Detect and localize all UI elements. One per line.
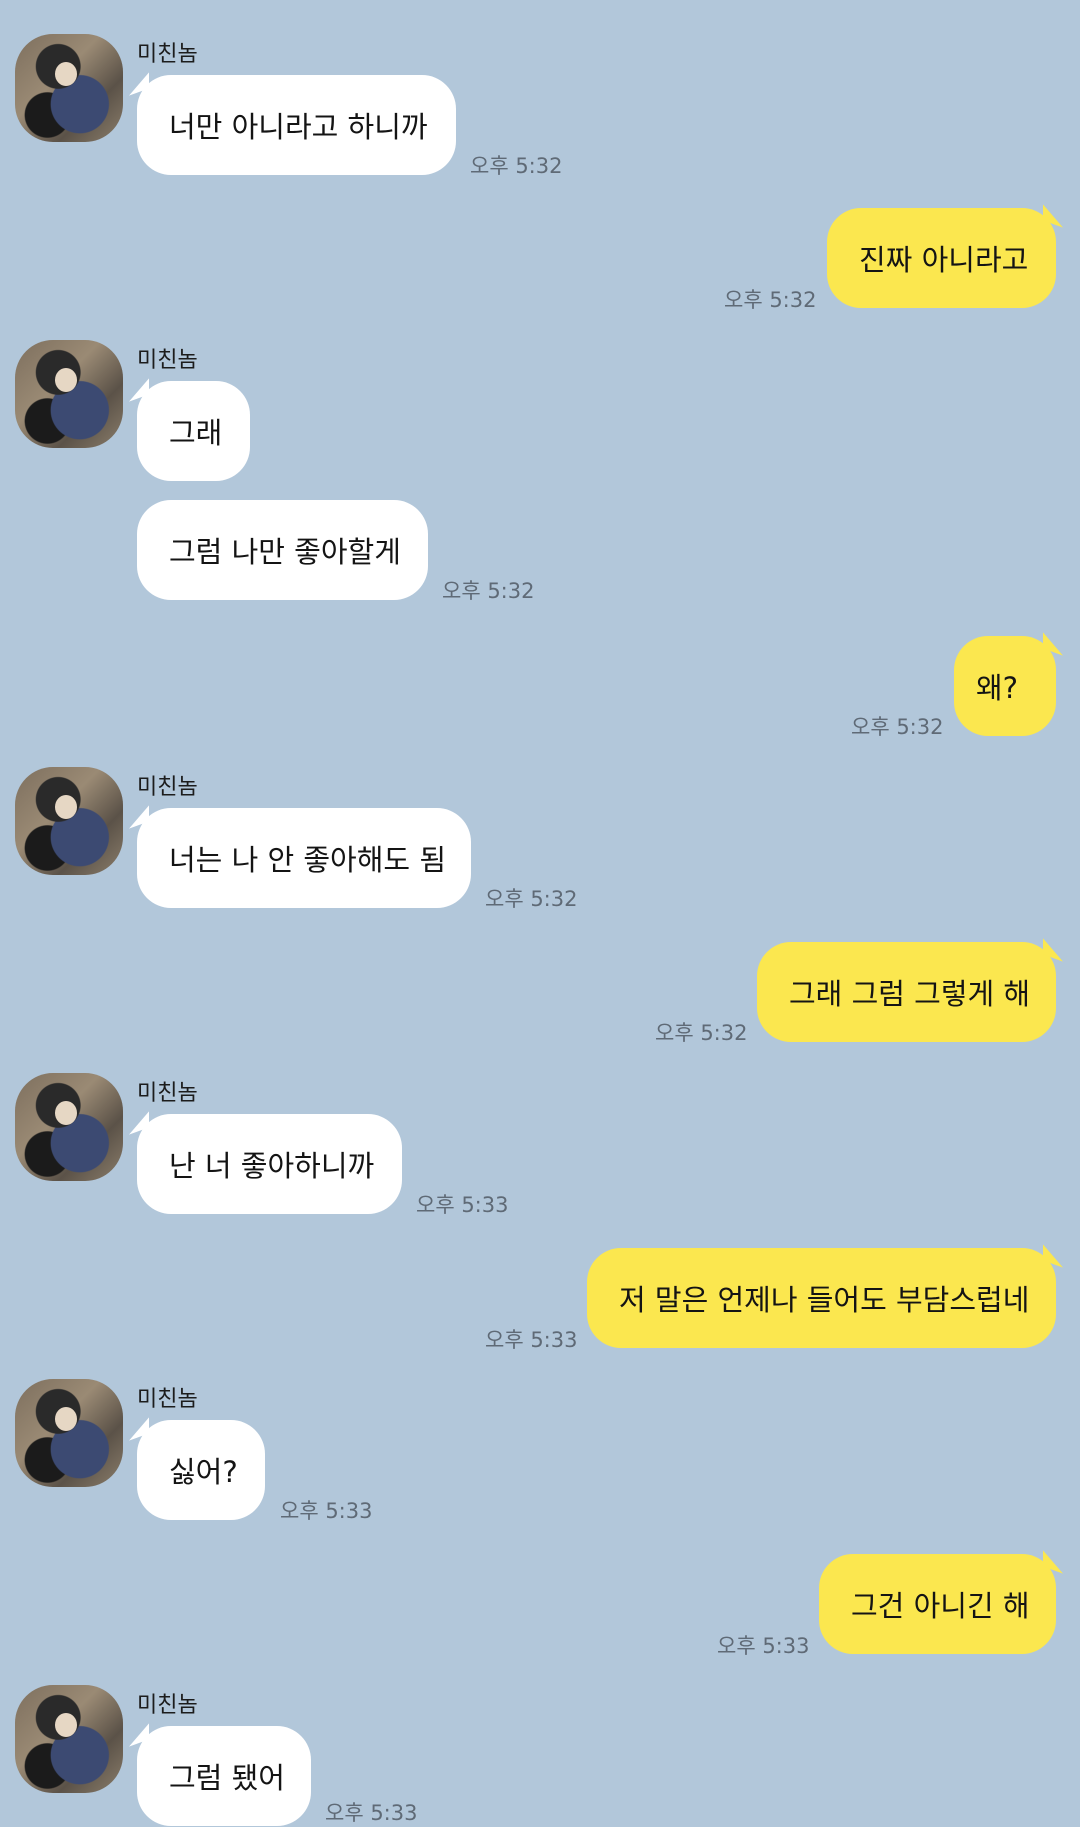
profile-avatar[interactable]	[15, 1379, 123, 1487]
message-bubble-incoming[interactable]: 그럼 됐어	[137, 1726, 311, 1826]
message-time: 오후 5:33	[280, 1499, 373, 1523]
message-bubble-incoming[interactable]: 너만 아니라고 하니까	[137, 75, 456, 175]
message-bubble-incoming[interactable]: 그럼 나만 좋아할게	[137, 500, 428, 600]
message-bubble-incoming[interactable]: 난 너 좋아하니까	[137, 1114, 402, 1214]
profile-avatar[interactable]	[15, 1685, 123, 1793]
message-bubble-incoming[interactable]: 너는 나 안 좋아해도 됨	[137, 808, 471, 908]
message-bubble-incoming[interactable]: 싫어?	[137, 1420, 265, 1520]
sender-name: 미친놈	[137, 42, 198, 67]
message-time: 오후 5:32	[724, 288, 817, 312]
profile-avatar[interactable]	[15, 340, 123, 448]
avatar-face	[55, 1407, 77, 1431]
profile-avatar[interactable]	[15, 34, 123, 142]
message-bubble-outgoing[interactable]: 그래 그럼 그렇게 해	[757, 942, 1056, 1042]
message-time: 오후 5:32	[655, 1021, 748, 1045]
sender-name: 미친놈	[137, 348, 198, 373]
message-time: 오후 5:33	[416, 1193, 509, 1217]
message-bubble-incoming[interactable]: 그래	[137, 381, 250, 481]
sender-name: 미친놈	[137, 1387, 198, 1412]
avatar-face	[55, 795, 77, 819]
avatar-face	[55, 368, 77, 392]
message-bubble-outgoing[interactable]: 진짜 아니라고	[827, 208, 1056, 308]
sender-name: 미친놈	[137, 775, 198, 800]
profile-avatar[interactable]	[15, 767, 123, 875]
message-bubble-outgoing[interactable]: 그건 아니긴 해	[819, 1554, 1056, 1654]
message-time: 오후 5:32	[442, 579, 535, 603]
message-bubble-outgoing[interactable]: 왜?	[954, 636, 1056, 736]
message-time: 오후 5:32	[485, 887, 578, 911]
message-time: 오후 5:32	[851, 715, 944, 739]
profile-avatar[interactable]	[15, 1073, 123, 1181]
message-time: 오후 5:33	[485, 1328, 578, 1352]
message-time: 오후 5:33	[717, 1634, 810, 1658]
avatar-face	[55, 1101, 77, 1125]
message-time: 오후 5:33	[325, 1801, 418, 1825]
sender-name: 미친놈	[137, 1693, 198, 1718]
sender-name: 미친놈	[137, 1081, 198, 1106]
avatar-face	[55, 62, 77, 86]
message-time: 오후 5:32	[470, 154, 563, 178]
message-bubble-outgoing[interactable]: 저 말은 언제나 들어도 부담스럽네	[587, 1248, 1056, 1348]
avatar-face	[55, 1713, 77, 1737]
